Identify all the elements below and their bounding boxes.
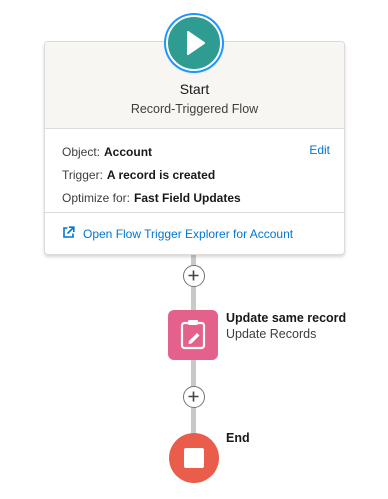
edit-link[interactable]: Edit [309, 143, 330, 157]
flow-trigger-explorer-link[interactable]: Open Flow Trigger Explorer for Account [62, 226, 293, 242]
object-row: Object: Account [62, 145, 152, 159]
play-icon [187, 31, 205, 55]
end-label: End [226, 431, 250, 445]
add-element-button[interactable] [183, 265, 205, 287]
external-link-icon [62, 226, 75, 242]
add-element-button[interactable] [183, 386, 205, 408]
object-label: Object: [62, 145, 101, 159]
end-element[interactable] [169, 433, 219, 483]
card-divider [45, 212, 344, 213]
stop-icon [184, 448, 204, 468]
plus-icon [188, 391, 199, 402]
trigger-label: Trigger: [62, 168, 103, 182]
flow-trigger-explorer-label: Open Flow Trigger Explorer for Account [83, 227, 294, 241]
trigger-value: A record is created [106, 168, 216, 182]
element-type: Update Records [226, 327, 317, 341]
trigger-row: Trigger: A record is created [62, 168, 215, 182]
start-play-button[interactable] [166, 15, 222, 71]
optimize-label: Optimize for: [62, 191, 131, 205]
flow-type-label: Record-Triggered Flow [130, 102, 259, 116]
start-title: Start [179, 81, 210, 97]
element-label: Update same record [226, 311, 347, 325]
optimize-row: Optimize for: Fast Field Updates [62, 191, 241, 205]
optimize-value: Fast Field Updates [134, 191, 241, 205]
start-element-card[interactable]: Start Record-Triggered Flow Object: Accou… [44, 41, 345, 255]
object-value: Account [104, 145, 153, 159]
update-records-element[interactable] [168, 310, 218, 360]
clipboard-edit-icon [180, 320, 206, 350]
plus-icon [188, 270, 199, 281]
